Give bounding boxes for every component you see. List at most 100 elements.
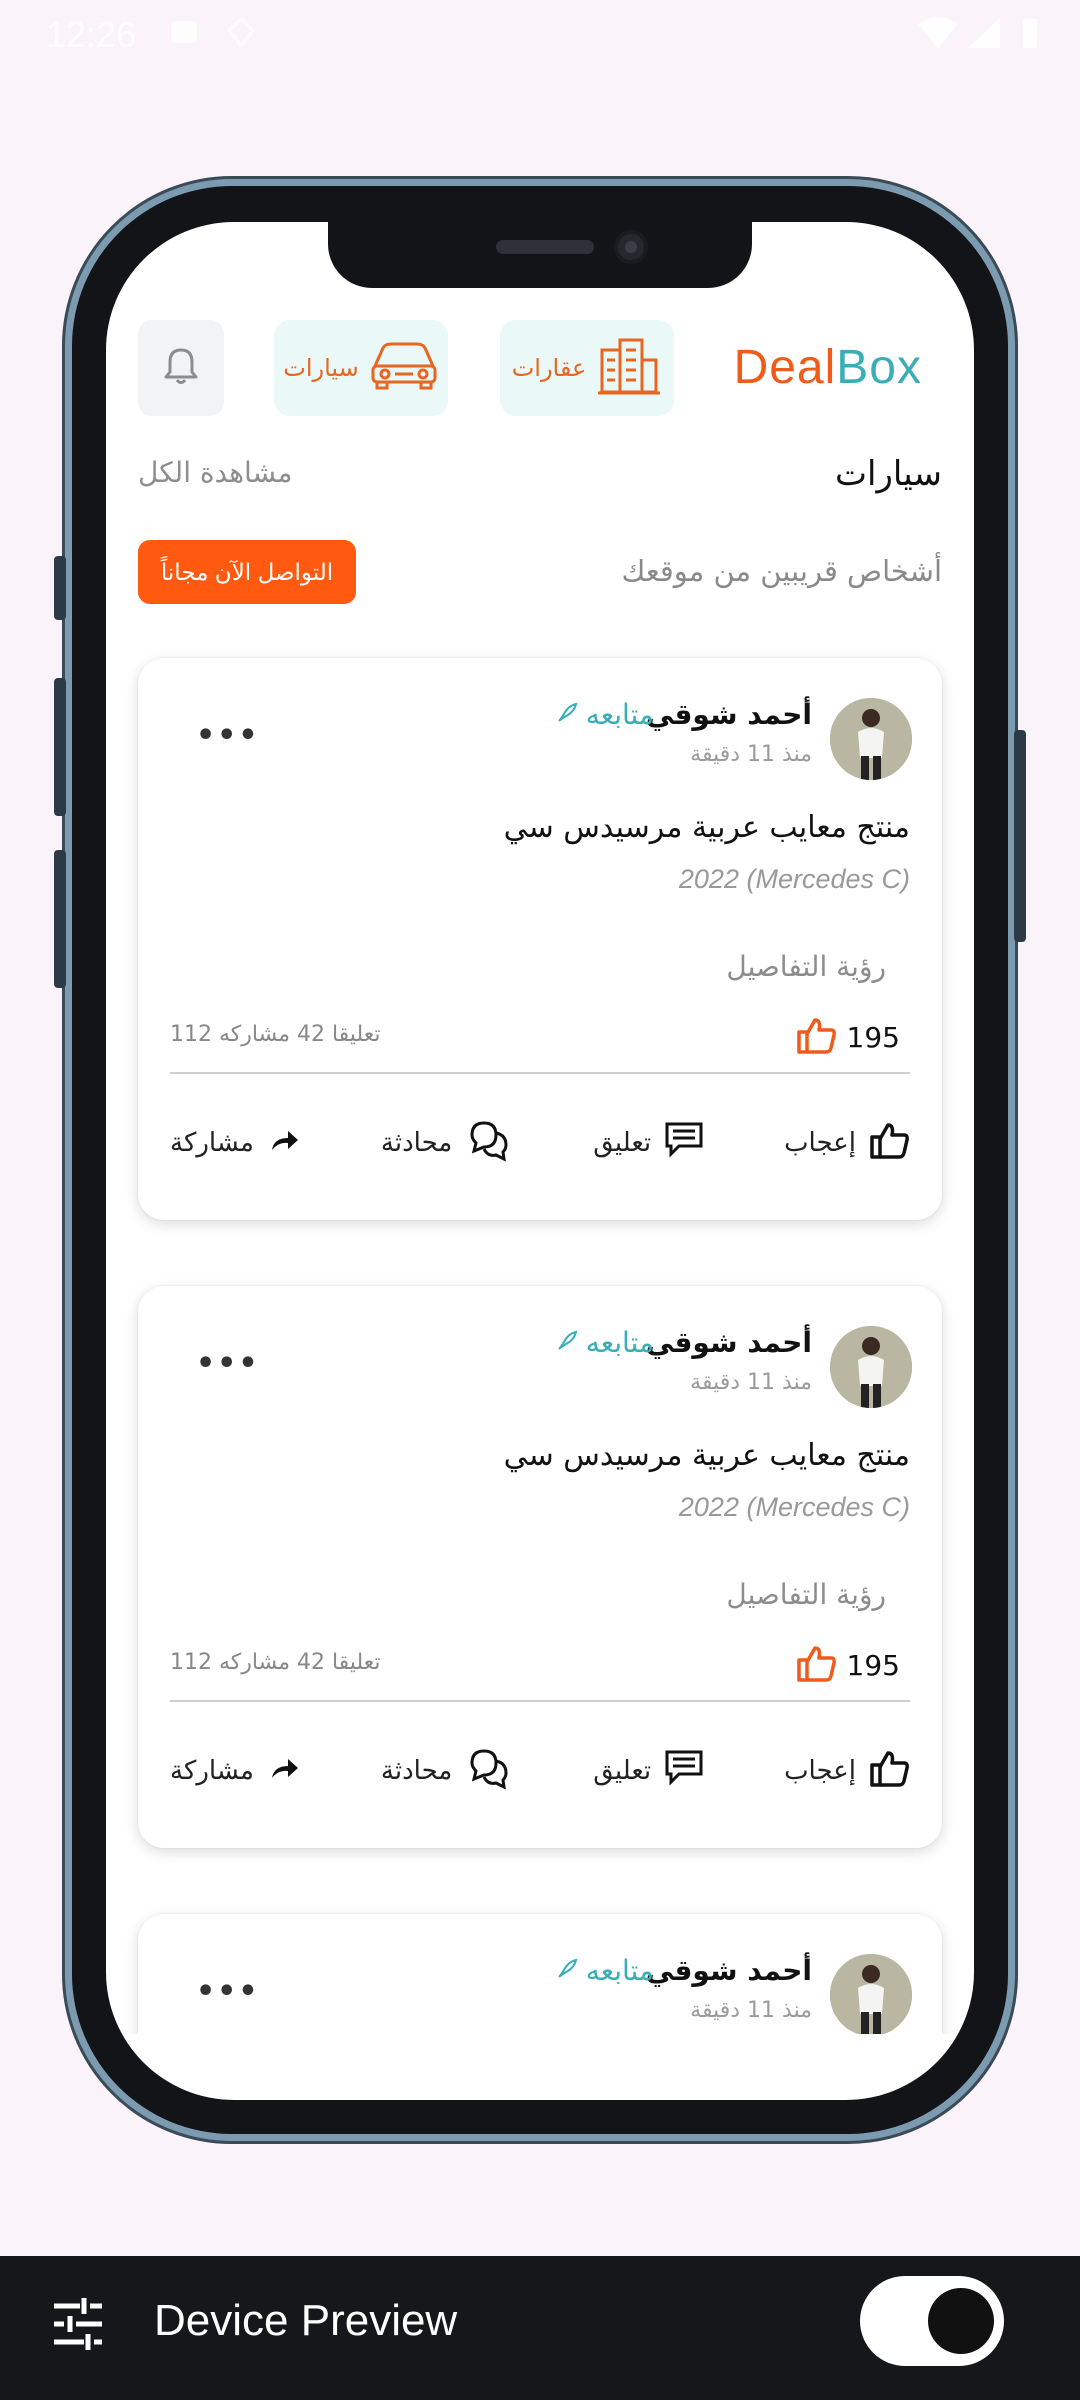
post-time: منذ 11 دقيقة (690, 1370, 812, 1395)
comment-icon (665, 1750, 703, 1793)
more-options-icon[interactable]: ••• (196, 1346, 260, 1381)
notifications-button[interactable] (138, 320, 224, 416)
comment-button[interactable]: تعليق (593, 1746, 703, 1796)
phone-mute-button (54, 556, 66, 620)
post-time: منذ 11 دقيقة (690, 742, 812, 767)
view-details-link[interactable]: رؤية التفاصيل (726, 1578, 886, 1611)
thumbs-up-icon (796, 1644, 837, 1686)
likes-count: 195 (796, 1644, 900, 1686)
sliders-icon[interactable] (50, 2296, 106, 2356)
likes-count: 195 (796, 1016, 900, 1058)
post-stats: 112 تعليقا 42 مشاركه (170, 1022, 381, 1047)
post-title: منتج معايب عربية مرسيدس سي (503, 810, 910, 845)
toggle-knob (928, 2288, 994, 2354)
chat-label: محادثة (380, 1128, 453, 1158)
follow-button[interactable]: متابعه (556, 1326, 654, 1359)
chat-icon (466, 1117, 512, 1170)
follow-button[interactable]: متابعه (556, 698, 654, 731)
post-author[interactable]: أحمد شوقي (646, 698, 812, 731)
thumbs-up-icon (870, 1749, 910, 1794)
speaker-grille (496, 240, 594, 254)
likes-number: 195 (846, 1020, 900, 1054)
share-label: مشاركة (170, 1128, 254, 1158)
thumbs-up-icon (796, 1016, 837, 1058)
rocket-icon (556, 698, 578, 731)
nearby-text: أشخاص قريبين من موقعك (621, 554, 942, 588)
gallery-icon (168, 16, 200, 52)
share-button[interactable]: مشاركة (170, 1746, 300, 1796)
phone-volume-down-button (54, 850, 66, 988)
more-options-icon[interactable]: ••• (196, 1974, 260, 2009)
likes-number: 195 (846, 1648, 900, 1682)
more-options-icon[interactable]: ••• (196, 718, 260, 753)
post-stats: 112 تعليقا 42 مشاركه (170, 1650, 381, 1675)
avatar[interactable] (830, 698, 912, 780)
buildings-icon (596, 336, 662, 400)
post-subtitle: 2022 (Mercedes C) (678, 864, 910, 894)
comment-button[interactable]: تعليق (593, 1118, 703, 1168)
signal-icon (966, 16, 1002, 54)
phone-power-button (1014, 730, 1026, 942)
phone-notch (328, 222, 752, 288)
chip-cars-label: سيارات (283, 354, 359, 382)
section-title: سيارات (835, 454, 942, 494)
post-actions: إعجاب تعليق محادثة مشاركة (170, 1746, 910, 1796)
post-author[interactable]: أحمد شوقي (646, 1954, 812, 1987)
chat-button[interactable]: محادثة (381, 1118, 512, 1168)
status-bar: 12:26 (0, 0, 1080, 66)
rocket-icon (556, 1954, 578, 1987)
logo-box: Box (836, 341, 922, 394)
like-label: إعجاب (784, 1128, 856, 1158)
app-screen: DealBox عقارات سيارات سيارات مشاهدة الكل… (106, 222, 974, 2100)
follow-label: متابعه (585, 1954, 654, 1987)
post-card: أحمد شوقي منذ 11 دقيقة متابعه ••• (138, 1914, 942, 2034)
like-button[interactable]: إعجاب (784, 1118, 910, 1168)
device-preview-toggle[interactable] (860, 2276, 1004, 2366)
divider (170, 1700, 910, 1702)
wifi-icon (916, 16, 960, 54)
divider (170, 1072, 910, 1074)
see-all-link[interactable]: مشاهدة الكل (138, 456, 293, 489)
category-chip-realestate[interactable]: عقارات (500, 320, 674, 416)
app-content: DealBox عقارات سيارات سيارات مشاهدة الكل… (106, 222, 974, 2034)
share-label: مشاركة (170, 1756, 254, 1786)
car-icon (369, 340, 439, 396)
chat-label: محادثة (380, 1756, 453, 1786)
contact-now-button[interactable]: التواصل الآن مجاناً (138, 540, 356, 604)
view-details-link[interactable]: رؤية التفاصيل (726, 950, 886, 983)
notification-icon (226, 16, 256, 52)
post-subtitle: 2022 (Mercedes C) (678, 1492, 910, 1522)
follow-button[interactable]: متابعه (556, 1954, 654, 1987)
share-icon (268, 1754, 300, 1789)
comment-label: تعليق (593, 1756, 652, 1786)
share-icon (268, 1126, 300, 1161)
avatar[interactable] (830, 1326, 912, 1408)
post-title: منتج معايب عربية مرسيدس سي (503, 1438, 910, 1473)
category-chip-cars[interactable]: سيارات (274, 320, 448, 416)
device-preview-title: Device Preview (154, 2296, 458, 2345)
bell-icon (162, 346, 200, 390)
status-time: 12:26 (46, 14, 137, 55)
front-camera (614, 230, 648, 264)
post-card: أحمد شوقي منذ 11 دقيقة متابعه ••• منتج م… (138, 658, 942, 1220)
like-button[interactable]: إعجاب (784, 1746, 910, 1796)
comment-label: تعليق (593, 1128, 652, 1158)
post-author[interactable]: أحمد شوقي (646, 1326, 812, 1359)
logo-deal: Deal (733, 341, 837, 394)
app-logo: DealBox (734, 340, 922, 395)
post-time: منذ 11 دقيقة (690, 1998, 812, 2023)
avatar[interactable] (830, 1954, 912, 2034)
chat-icon (466, 1745, 512, 1798)
rocket-icon (556, 1326, 578, 1359)
chat-button[interactable]: محادثة (381, 1746, 512, 1796)
follow-label: متابعه (585, 698, 654, 731)
follow-label: متابعه (585, 1326, 654, 1359)
battery-icon (1020, 16, 1040, 54)
thumbs-up-icon (870, 1121, 910, 1166)
like-label: إعجاب (784, 1756, 856, 1786)
phone-volume-up-button (54, 678, 66, 816)
post-card: أحمد شوقي منذ 11 دقيقة متابعه ••• منتج م… (138, 1286, 942, 1848)
share-button[interactable]: مشاركة (170, 1118, 300, 1168)
chip-realestate-label: عقارات (511, 354, 587, 382)
comment-icon (665, 1122, 703, 1165)
